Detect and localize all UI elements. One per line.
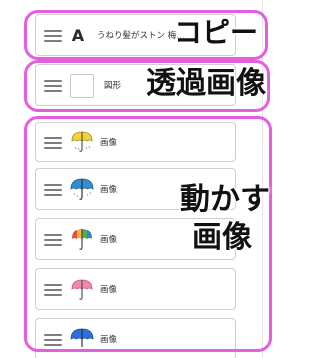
- drag-handle-icon[interactable]: [44, 80, 62, 92]
- drag-handle-icon[interactable]: [44, 284, 62, 296]
- layers-panel: A うねり髪がストン 梅… 図形 画像 画像 画像 画像 画像 コピー 透過画像…: [0, 0, 281, 358]
- layer-row-image[interactable]: 画像: [35, 268, 236, 310]
- layer-label: 画像: [100, 335, 118, 345]
- drag-handle-icon[interactable]: [44, 137, 62, 149]
- drag-handle-icon[interactable]: [44, 184, 62, 196]
- annotation-move-image-line2: 画像: [192, 220, 252, 255]
- blue-umbrella-icon: [70, 328, 94, 347]
- layer-label: 画像: [100, 285, 118, 295]
- scrollbar[interactable]: [262, 0, 263, 358]
- layer-label: 画像: [100, 185, 118, 195]
- layer-label: うねり髪がストン 梅…: [97, 31, 185, 41]
- drag-handle-icon[interactable]: [44, 30, 62, 42]
- layer-label: 図形: [104, 81, 122, 91]
- drag-handle-icon[interactable]: [44, 334, 62, 346]
- layer-label: 画像: [100, 138, 118, 148]
- text-layer-thumbnail: A: [71, 26, 85, 45]
- pink-umbrella-icon: [71, 279, 93, 300]
- annotation-copy: コピー: [174, 16, 259, 49]
- annotation-move-image-line1: 動かす: [180, 182, 270, 217]
- yellow-umbrella-icon: [71, 131, 93, 152]
- drag-handle-icon[interactable]: [44, 234, 62, 246]
- rainbow-umbrella-icon: [72, 229, 92, 250]
- layer-label: 画像: [100, 235, 118, 245]
- annotation-transparent-image: 透過画像: [146, 66, 266, 101]
- layer-row-image[interactable]: 画像: [35, 318, 236, 358]
- layer-row-image[interactable]: 画像: [35, 122, 236, 162]
- blue-umbrella-icon: [70, 178, 94, 200]
- shape-thumbnail: [70, 74, 94, 98]
